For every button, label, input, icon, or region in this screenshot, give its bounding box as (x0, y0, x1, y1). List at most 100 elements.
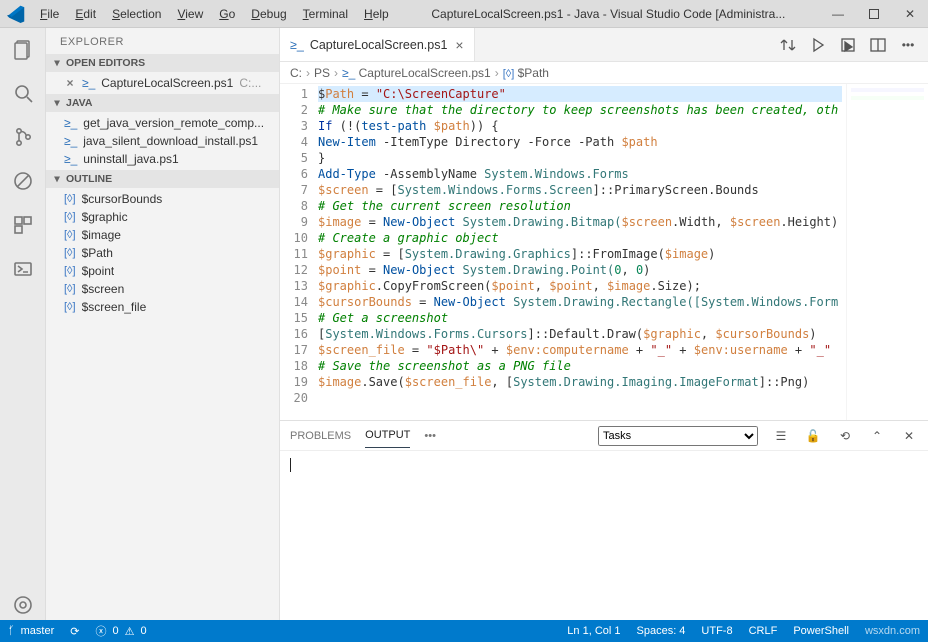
minimap[interactable] (846, 84, 928, 420)
variable-icon: [◊] (64, 301, 76, 313)
variable-icon: [◊] (64, 247, 76, 259)
outline-item[interactable]: [◊]$screen_file (46, 298, 279, 316)
menu-selection[interactable]: Selection (104, 3, 169, 25)
menu-edit[interactable]: Edit (67, 3, 104, 25)
scm-activity-icon[interactable] (8, 122, 38, 152)
output-channel-dropdown[interactable]: Tasks (598, 426, 758, 446)
panel-tabs: PROBLEMS OUTPUT ••• Tasks ☰ 🔓 ⟲ ⌃ ✕ (280, 421, 928, 451)
menu-go[interactable]: Go (211, 3, 243, 25)
symbol-name: $graphic (82, 210, 128, 224)
run-icon[interactable] (808, 35, 828, 55)
status-language[interactable]: PowerShell (785, 620, 857, 642)
debug-icon[interactable] (838, 35, 858, 55)
breadcrumb-segment[interactable]: ≥_ CaptureLocalScreen.ps1 (342, 66, 491, 80)
clear-output-icon[interactable]: ⟲ (836, 429, 854, 443)
breadcrumb-segment[interactable]: PS (314, 66, 330, 80)
outline-item[interactable]: [◊] $cursorBounds (46, 190, 279, 208)
debug-activity-icon[interactable] (8, 166, 38, 196)
open-editor-item[interactable]: ×≥_CaptureLocalScreen.ps1 C:... (46, 74, 279, 92)
watermark: wsxdn.com (857, 620, 928, 642)
main-area: EXPLORER ▾OPEN EDITORS ×≥_CaptureLocalSc… (0, 28, 928, 620)
variable-icon: [◊] (64, 229, 76, 241)
chevron-right-icon: › (495, 66, 499, 80)
vscode-logo-icon (0, 5, 32, 23)
outline-item[interactable]: [◊]$screen (46, 280, 279, 298)
symbol-name: $screen (82, 282, 125, 296)
variable-icon: [◊] (64, 193, 76, 205)
powershell-activity-icon[interactable] (8, 254, 38, 284)
menu-terminal[interactable]: Terminal (295, 3, 356, 25)
code-area[interactable]: $Path = "C:\ScreenCapture"# Make sure th… (314, 84, 846, 420)
powershell-file-icon: ≥_ (290, 38, 304, 52)
outline-item[interactable]: [◊] $image (46, 226, 279, 244)
editor-actions: ••• (768, 28, 928, 61)
chevron-down-icon: ▾ (52, 57, 62, 69)
panel-tab-output[interactable]: OUTPUT (365, 423, 410, 448)
editor-group: ≥_ CaptureLocalScreen.ps1 × ••• C:›PS›≥_… (280, 28, 928, 620)
status-encoding[interactable]: UTF-8 (693, 620, 740, 642)
lock-scroll-icon[interactable]: 🔓 (804, 429, 822, 443)
breadcrumb-segment[interactable]: C: (290, 66, 302, 80)
menu-debug[interactable]: Debug (243, 3, 294, 25)
symbol-name: $Path (82, 246, 113, 260)
menu-file[interactable]: File (32, 3, 67, 25)
status-sync[interactable]: ⟳ (62, 620, 87, 642)
window-controls: — ✕ (820, 0, 928, 28)
panel-body[interactable] (280, 451, 928, 620)
powershell-file-icon: ≥_ (64, 152, 77, 166)
outline-item[interactable]: [◊] $Path (46, 244, 279, 262)
menu-bar: FileEditSelectionViewGoDebugTerminalHelp (32, 3, 397, 25)
panel-tab-problems[interactable]: PROBLEMS (290, 424, 351, 448)
file-item[interactable]: ≥_ uninstall_java.ps1 (46, 150, 279, 168)
powershell-file-icon: ≥_ (64, 134, 77, 148)
split-editor-icon[interactable] (868, 35, 888, 55)
more-actions-icon[interactable]: ••• (898, 35, 918, 55)
error-count: 0 (112, 625, 118, 637)
close-icon[interactable]: × (64, 76, 76, 90)
explorer-activity-icon[interactable] (8, 34, 38, 64)
panel-up-icon[interactable]: ⌃ (868, 429, 886, 443)
panel-more-icon[interactable]: ••• (424, 424, 436, 448)
close-panel-icon[interactable]: ✕ (900, 429, 918, 443)
compare-icon[interactable] (778, 35, 798, 55)
symbol-name: $image (82, 228, 121, 242)
editor-body[interactable]: 1234567891011121314151617181920 $Path = … (280, 84, 928, 420)
close-tab-icon[interactable]: × (455, 37, 463, 53)
file-hint: C:... (239, 76, 261, 90)
breadcrumb-segment[interactable]: [◊] $Path (503, 66, 549, 80)
extensions-activity-icon[interactable] (8, 210, 38, 240)
outline-header[interactable]: ▾OUTLINE (46, 170, 279, 188)
tab-title: CaptureLocalScreen.ps1 (310, 38, 448, 52)
symbol-name: $cursorBounds (82, 192, 163, 206)
menu-help[interactable]: Help (356, 3, 397, 25)
status-cursor[interactable]: Ln 1, Col 1 (559, 620, 628, 642)
warning-count: 0 (140, 625, 146, 637)
folder-label: JAVA (66, 97, 92, 109)
close-button[interactable]: ✕ (892, 0, 928, 28)
outline-item[interactable]: [◊] $graphic (46, 208, 279, 226)
editor-tab[interactable]: ≥_ CaptureLocalScreen.ps1 × (280, 28, 475, 61)
filter-icon[interactable]: ☰ (772, 429, 790, 443)
status-eol[interactable]: CRLF (741, 620, 786, 642)
outline-item[interactable]: [◊] $point (46, 262, 279, 280)
breadcrumb[interactable]: C:›PS›≥_ CaptureLocalScreen.ps1›[◊] $Pat… (280, 62, 928, 84)
symbol-name: $point (82, 264, 115, 278)
minimize-button[interactable]: — (820, 0, 856, 28)
variable-icon: [◊] (64, 211, 76, 223)
maximize-button[interactable] (856, 0, 892, 28)
status-spaces[interactable]: Spaces: 4 (629, 620, 694, 642)
file-item[interactable]: ≥_get_java_version_remote_comp... (46, 114, 279, 132)
status-branch[interactable]: ᚶ master (0, 620, 62, 642)
sidebar-header: EXPLORER (46, 28, 279, 54)
menu-view[interactable]: View (169, 3, 211, 25)
status-bar: ᚶ master ⟳ ⓧ 0 ⚠ 0 Ln 1, Col 1 Spaces: 4… (0, 620, 928, 642)
folder-header[interactable]: ▾JAVA (46, 94, 279, 112)
search-activity-icon[interactable] (8, 78, 38, 108)
status-problems[interactable]: ⓧ 0 ⚠ 0 (87, 620, 154, 642)
settings-activity-icon[interactable] (8, 590, 38, 620)
file-name: uninstall_java.ps1 (83, 152, 178, 166)
variable-icon: [◊] (64, 265, 76, 277)
open-editors-header[interactable]: ▾OPEN EDITORS (46, 54, 279, 72)
file-name: java_silent_download_install.ps1 (83, 134, 258, 148)
file-item[interactable]: ≥_ java_silent_download_install.ps1 (46, 132, 279, 150)
